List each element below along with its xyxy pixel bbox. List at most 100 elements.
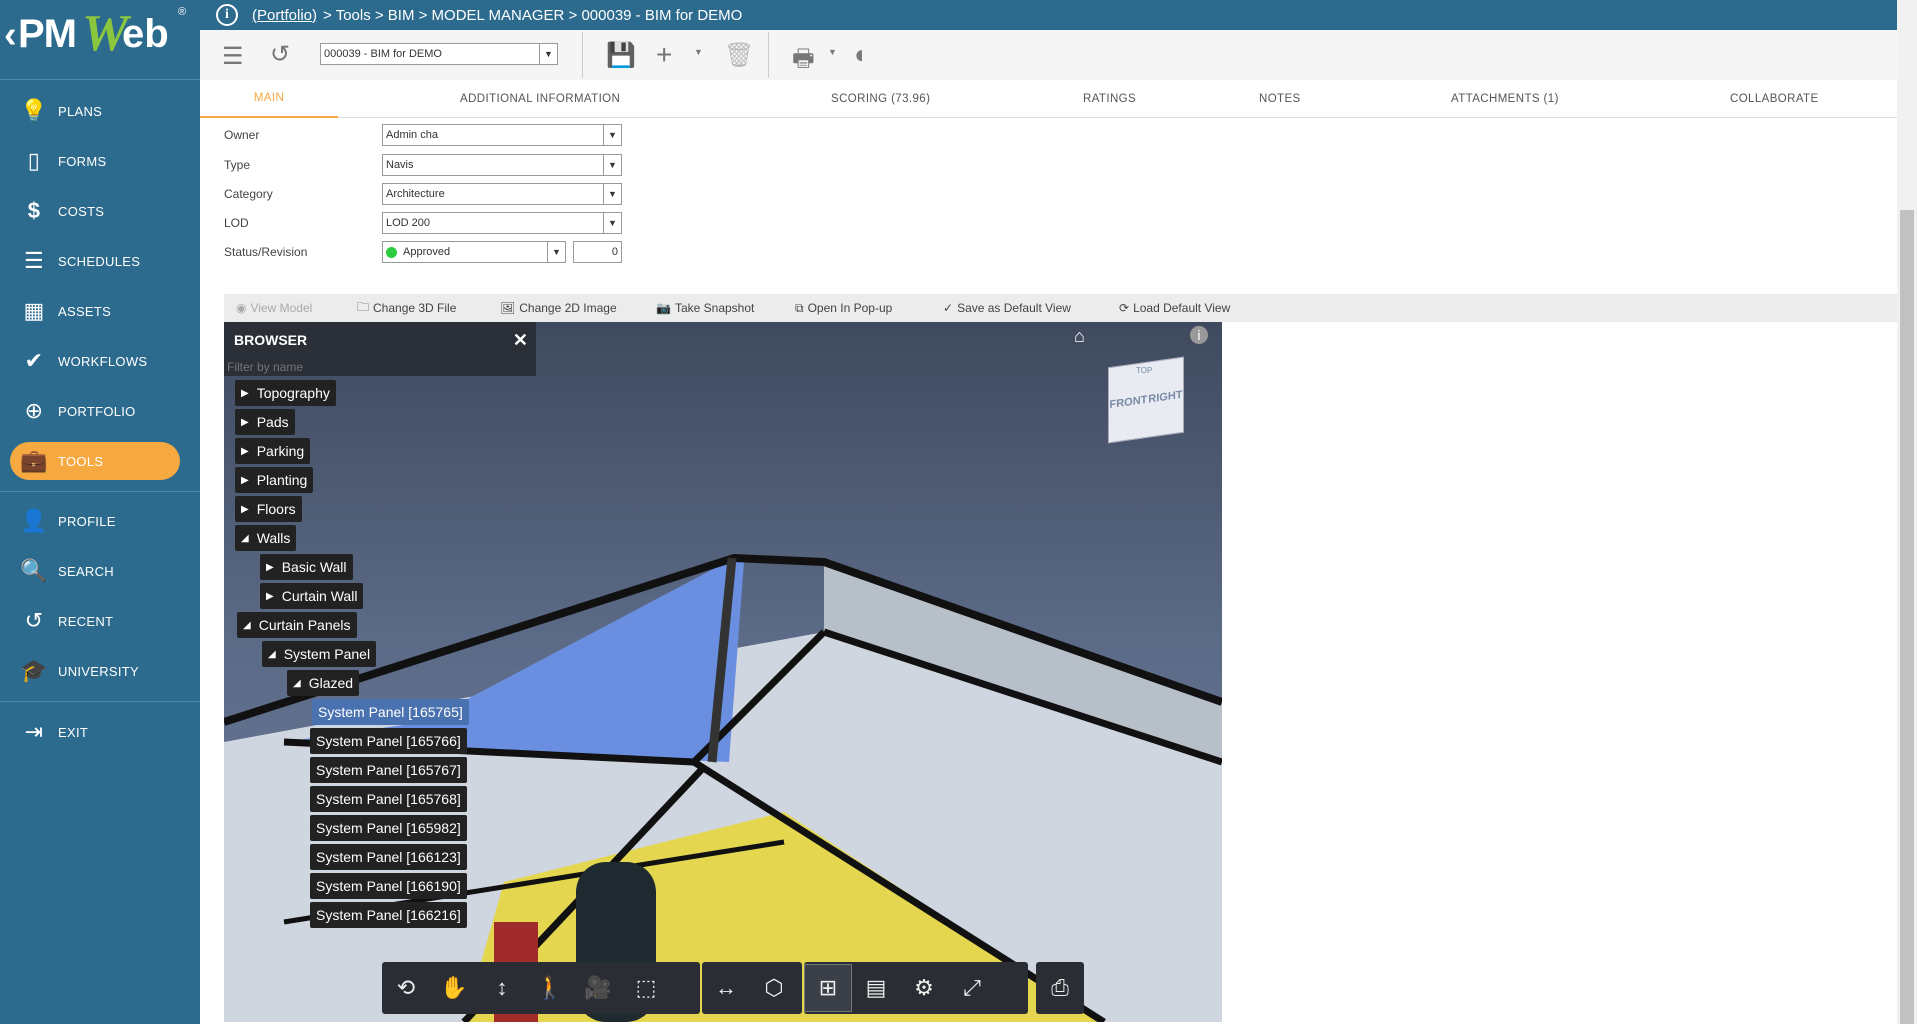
history-icon[interactable]: ↺ xyxy=(270,40,290,69)
add-dropdown-icon[interactable]: ▼ xyxy=(694,47,703,57)
tree-node-basic-wall[interactable]: ▶ Basic Wall xyxy=(260,554,353,580)
breadcrumb-portfolio-link[interactable]: (Portfolio) xyxy=(252,7,317,24)
sidebar-item-forms[interactable]: ▯ FORMS xyxy=(10,142,180,180)
toggle-icon[interactable]: ◐ xyxy=(854,39,870,70)
tree-leaf-system-panel[interactable]: System Panel [166123] xyxy=(310,844,467,870)
tree-node-floors[interactable]: ▶ Floors xyxy=(235,496,302,522)
tree-node-walls[interactable]: ◢ Walls xyxy=(235,525,297,551)
caret-right-icon: ▶ xyxy=(266,561,274,573)
tab-notes[interactable]: NOTES xyxy=(1259,80,1301,118)
caret-right-icon: ▶ xyxy=(241,416,249,428)
sidebar-item-tools[interactable]: 💼 TOOLS xyxy=(10,442,180,480)
tree-leaf-system-panel[interactable]: System Panel [165768] xyxy=(310,786,467,812)
section-box-icon[interactable]: ⬚ xyxy=(622,964,670,1012)
reset-view-icon[interactable]: ⎙ xyxy=(1036,964,1084,1012)
building-icon: ▦ xyxy=(23,298,45,323)
exit-icon: ⇥ xyxy=(24,719,44,744)
change-3d-file-button[interactable]: 🗀 Change 3D File xyxy=(357,298,456,319)
open-in-popup-button[interactable]: ⧉ Open In Pop-up xyxy=(795,301,892,316)
first-person-icon[interactable]: 🚶 xyxy=(526,964,574,1012)
delete-icon[interactable]: 🗑 xyxy=(724,41,754,70)
print-icon[interactable]: 🖶 xyxy=(792,41,815,82)
tree-node-curtain-wall[interactable]: ▶ Curtain Wall xyxy=(260,583,364,609)
tree-leaf-system-panel[interactable]: System Panel [165765] xyxy=(312,699,469,725)
model-browser-icon[interactable]: ⊞ xyxy=(804,964,852,1012)
tree-leaf-system-panel[interactable]: System Panel [165766] xyxy=(310,728,467,754)
snapshot-toolbar: ⎙ xyxy=(1036,962,1084,1014)
sidebar-item-university[interactable]: 🎓 UNIVERSITY xyxy=(10,652,180,690)
pmweb-logo[interactable]: ‹ PM W eb ® xyxy=(0,0,200,80)
status-select[interactable]: Approved ▼ xyxy=(382,241,566,263)
save-as-default-view-button[interactable]: ✓ Save as Default View xyxy=(943,301,1071,315)
tree-node-parking[interactable]: ▶ Parking xyxy=(235,438,311,464)
status-dot-icon xyxy=(386,246,397,258)
sidebar-item-schedules[interactable]: ☰ SCHEDULES xyxy=(10,242,180,280)
tree-leaf-system-panel[interactable]: System Panel [166216] xyxy=(310,902,467,928)
owner-select[interactable]: Admin cha ▼ xyxy=(382,124,622,146)
take-snapshot-button[interactable]: 📷 Take Snapshot xyxy=(656,301,754,315)
info-icon[interactable]: i xyxy=(1190,326,1208,344)
home-icon[interactable]: ⌂ xyxy=(1074,326,1085,347)
navigation-toolbar: ⟲ ✋ ↕ 🚶 🎥 ⬚ xyxy=(382,962,700,1014)
view-cube-top[interactable]: TOP xyxy=(1136,366,1152,375)
info-icon[interactable]: i xyxy=(216,4,238,26)
pan-hand-icon[interactable]: ✋ xyxy=(430,964,478,1012)
fullscreen-icon[interactable]: ⤢ xyxy=(948,964,996,1012)
tree-node-curtain-panels[interactable]: ◢ Curtain Panels xyxy=(237,612,357,638)
caret-right-icon: ▶ xyxy=(241,474,249,486)
bim-3d-viewer[interactable]: BROWSER ✕ ▶Topography ▶Pads ▶Parking ▶Pl… xyxy=(224,322,1222,1022)
scrollbar-thumb[interactable] xyxy=(1900,210,1914,1024)
tab-ratings[interactable]: RATINGS xyxy=(1083,80,1136,118)
tab-additional-information[interactable]: ADDITIONAL INFORMATION xyxy=(460,80,620,118)
view-model-button[interactable]: ◉ View Model xyxy=(236,301,312,315)
browser-filter-input[interactable] xyxy=(224,358,536,376)
tab-main[interactable]: MAIN xyxy=(200,80,338,118)
tree-node-system-panel[interactable]: ◢ System Panel xyxy=(262,641,377,667)
tree-leaf-system-panel[interactable]: System Panel [165982] xyxy=(310,815,467,841)
change-2d-image-button[interactable]: 🖼 Change 2D Image xyxy=(500,301,617,315)
category-select[interactable]: Architecture ▼ xyxy=(382,183,622,205)
person-icon: 👤 xyxy=(20,508,48,533)
list-icon[interactable]: ☰ xyxy=(222,42,244,71)
sidebar-item-plans[interactable]: 💡 PLANS xyxy=(10,92,180,130)
tree-leaf-system-panel[interactable]: System Panel [166190] xyxy=(310,873,467,899)
camera-icon[interactable]: 🎥 xyxy=(574,964,622,1012)
tree-node-topography[interactable]: ▶ Topography xyxy=(235,380,336,406)
explode-icon[interactable]: ⬡ xyxy=(750,964,798,1012)
tab-scoring[interactable]: SCORING (73.96) xyxy=(831,80,930,118)
globe-icon: ⊕ xyxy=(24,398,44,423)
chevron-down-icon: ▼ xyxy=(603,184,621,204)
lod-select[interactable]: LOD 200 ▼ xyxy=(382,212,622,234)
measure-icon[interactable]: ↔ xyxy=(702,964,750,1012)
sidebar-item-recent[interactable]: ↺ RECENT xyxy=(10,602,180,640)
load-default-view-button[interactable]: ⟳ Load Default View xyxy=(1119,301,1230,315)
tab-collaborate[interactable]: COLLABORATE xyxy=(1730,80,1819,118)
add-icon[interactable]: + xyxy=(656,39,672,71)
tree-node-pads[interactable]: ▶ Pads xyxy=(235,409,295,435)
tree-node-glazed[interactable]: ◢ Glazed xyxy=(287,670,360,696)
save-icon[interactable]: 💾 xyxy=(606,41,636,70)
tree-node-planting[interactable]: ▶ Planting xyxy=(235,467,314,493)
properties-icon[interactable]: ▤ xyxy=(852,964,900,1012)
type-select[interactable]: Navis ▼ xyxy=(382,154,622,176)
close-icon[interactable]: ✕ xyxy=(513,330,528,351)
tree-leaf-system-panel[interactable]: System Panel [165767] xyxy=(310,757,467,783)
sidebar-item-assets[interactable]: ▦ ASSETS xyxy=(10,292,180,330)
sidebar-item-exit[interactable]: ⇥ EXIT xyxy=(10,713,180,751)
sidebar-item-search[interactable]: 🔍 SEARCH xyxy=(10,552,180,590)
revision-field[interactable]: 0 xyxy=(573,241,622,263)
print-dropdown-icon[interactable]: ▼ xyxy=(828,47,837,57)
orbit-icon[interactable]: ⟲ xyxy=(382,964,430,1012)
sidebar-item-portfolio[interactable]: ⊕ PORTFOLIO xyxy=(10,392,180,430)
record-select[interactable]: 000039 - BIM for DEMO ▼ xyxy=(320,43,558,65)
page-scrollbar[interactable] xyxy=(1897,0,1917,1024)
dolly-icon[interactable]: ↕ xyxy=(478,964,526,1012)
status-revision-label: Status/Revision xyxy=(224,245,308,259)
sidebar-item-costs[interactable]: $ COSTS xyxy=(10,192,180,230)
gear-icon[interactable]: ⚙ xyxy=(900,964,948,1012)
tab-attachments[interactable]: ATTACHMENTS (1) xyxy=(1451,80,1559,118)
lod-label: LOD xyxy=(224,216,249,230)
record-toolbar: ☰ ↺ 000039 - BIM for DEMO ▼ 💾 + ▼ 🗑 🖶 ▼ … xyxy=(200,30,1897,80)
sidebar-item-workflows[interactable]: ✔ WORKFLOWS xyxy=(10,342,180,380)
sidebar-item-profile[interactable]: 👤 PROFILE xyxy=(10,502,180,540)
